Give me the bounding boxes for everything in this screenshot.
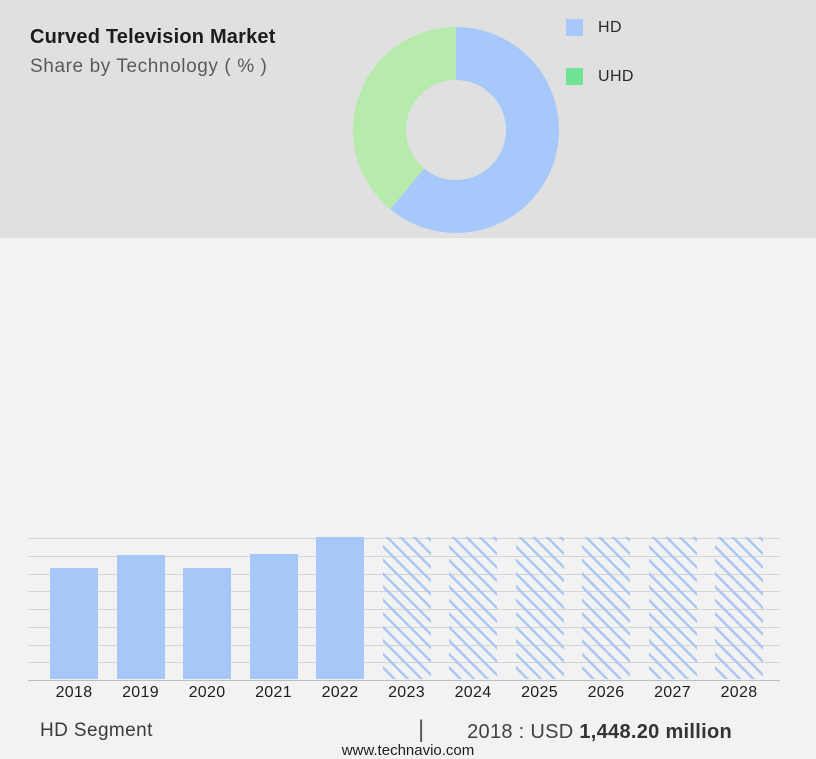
caption-separator: |	[418, 716, 425, 743]
x-axis-label-2026: 2026	[587, 684, 625, 701]
x-axis-label-2023: 2023	[388, 684, 425, 701]
x-axis-line	[28, 680, 780, 681]
bar-2025	[515, 537, 564, 679]
bar-2019	[116, 555, 165, 679]
market-value-prefix: 2018 : USD	[467, 721, 574, 743]
donut-chart	[353, 27, 559, 233]
legend-label: HD	[598, 18, 622, 36]
bar-2027	[648, 537, 697, 679]
x-axis-label-2018: 2018	[55, 684, 93, 701]
x-axis-label-2020: 2020	[188, 684, 226, 701]
website-url: www.technavio.com	[341, 742, 475, 759]
bar-2028	[715, 537, 763, 679]
bar-2024	[449, 537, 497, 679]
segment-label: HD Segment	[40, 720, 153, 741]
x-axis-label-2019: 2019	[122, 684, 159, 701]
page-subtitle: Share by Technology ( % )	[30, 56, 268, 77]
legend-item-hd: HD	[566, 19, 622, 36]
legend-label: UHD	[598, 67, 634, 85]
market-value-amount: 1,448.20 million	[579, 721, 732, 743]
donut-chart-svg	[353, 27, 559, 233]
page-title: Curved Television Market	[30, 26, 276, 48]
x-axis-label-2024: 2024	[454, 684, 492, 701]
bar-2026	[582, 537, 630, 679]
x-axis-label-2021: 2021	[255, 684, 292, 701]
legend-swatch-hd	[566, 19, 583, 36]
x-axis-label-2022: 2022	[321, 684, 359, 701]
bar-chart-panel: 2018 2019 2020 2021 2022 2023 2024 2025 2026 2027…	[0, 238, 816, 759]
bar-2020	[183, 568, 231, 679]
header-panel: Curved Television Market Share by Techno…	[0, 0, 816, 238]
legend-item-uhd: UHD	[566, 68, 634, 85]
bar-2022	[316, 537, 364, 679]
market-value: 2018 : USD 1,448.20 million	[467, 721, 732, 744]
legend-swatch-uhd	[566, 68, 583, 85]
bar-2018	[50, 568, 98, 679]
x-axis-label-2025: 2025	[521, 684, 558, 701]
bar-2021	[249, 554, 298, 679]
bar-chart: 2018 2019 2020 2021 2022 2023 2024 2025 2026 2027…	[28, 537, 780, 701]
bar-2023	[382, 537, 431, 679]
x-axis-label-2028: 2028	[720, 684, 758, 701]
x-axis-label-2027: 2027	[654, 684, 691, 701]
